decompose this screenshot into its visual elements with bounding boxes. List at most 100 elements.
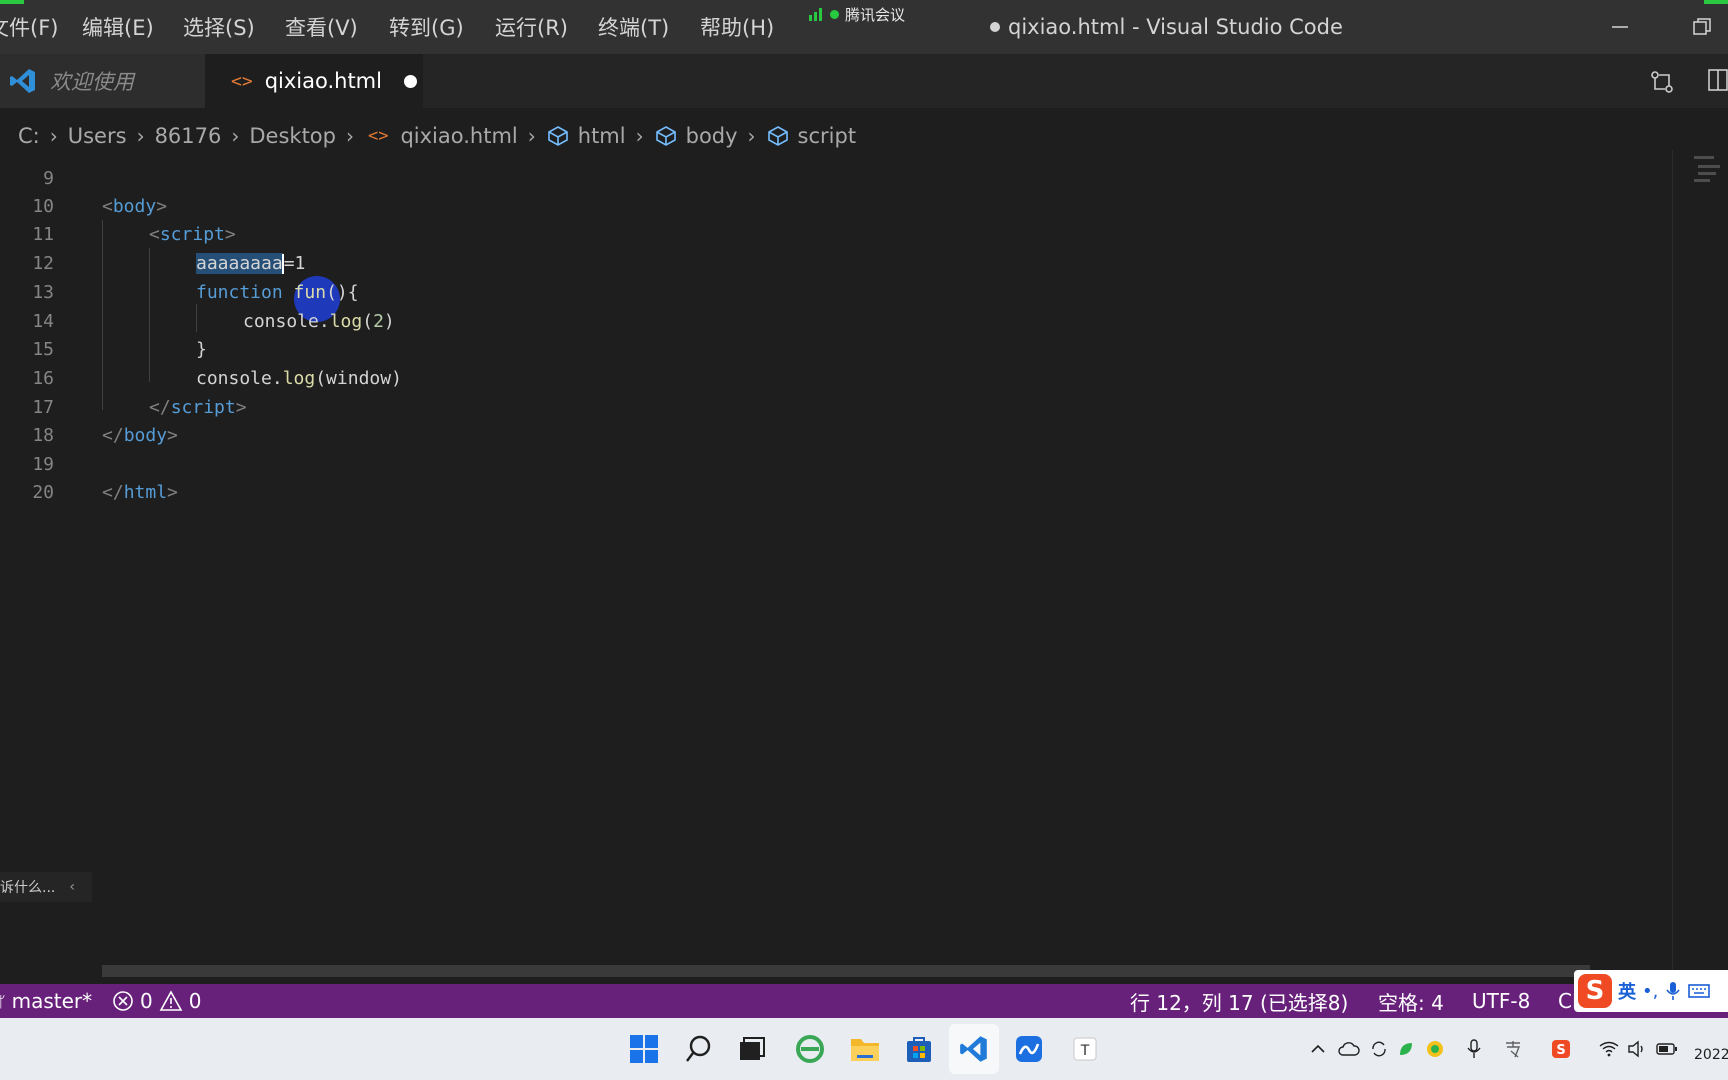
html-file-icon: <>	[367, 126, 389, 146]
ime-lang-icon	[1506, 1041, 1521, 1058]
menu-file[interactable]: 文件(F)	[0, 12, 58, 42]
indentation[interactable]: 空格: 4	[1378, 984, 1444, 1018]
taskbar-store[interactable]	[894, 1024, 944, 1074]
menu-selection[interactable]: 选择(S)	[183, 12, 255, 42]
taskbar-meeting[interactable]	[1004, 1024, 1054, 1074]
minimap[interactable]	[1690, 150, 1728, 220]
horizontal-scrollbar[interactable]	[102, 965, 1590, 977]
battery-icon	[1656, 1043, 1677, 1055]
code-editor[interactable]: 9 10 11 12 13 14 15 16 17 18 19 20 <body…	[0, 164, 1690, 984]
problems-indicator[interactable]: 0 0	[112, 984, 201, 1018]
branch-indicator[interactable]: ᛘ master*	[0, 984, 92, 1018]
status-bar: ᛘ master* 0 0 行 12，列 17 (已选择8) 空格: 4 UTF…	[0, 984, 1728, 1018]
split-editor-button[interactable]	[1706, 66, 1728, 98]
branch-icon: ᛘ	[0, 991, 6, 1011]
symbol-cube-icon	[767, 126, 788, 146]
menu-view[interactable]: 查看(V)	[285, 12, 358, 42]
breadcrumb-users[interactable]: Users	[68, 124, 127, 148]
line-number: 17	[32, 397, 54, 418]
tab-qixiao-html[interactable]: <> qixiao.html	[205, 54, 423, 108]
security-icon	[1427, 1041, 1443, 1057]
meeting-label: 腾讯会议	[845, 5, 906, 24]
breadcrumb-file[interactable]: qixiao.html	[400, 124, 517, 148]
source-control-compare-button[interactable]	[1646, 66, 1678, 98]
breadcrumb-drive[interactable]: C:	[18, 124, 40, 148]
tray-volume[interactable]	[1624, 1034, 1650, 1064]
window-title: qixiao.html - Visual Studio Code	[990, 12, 1343, 42]
browser-icon	[796, 1035, 824, 1063]
menu-go[interactable]: 转到(G)	[389, 12, 464, 42]
taskbar-text-app[interactable]: T	[1060, 1024, 1110, 1074]
code-line-17: </script>	[149, 397, 247, 418]
vertical-scrollbar[interactable]	[1672, 150, 1673, 970]
encoding[interactable]: UTF-8	[1472, 984, 1530, 1018]
tray-microphone[interactable]	[1462, 1034, 1486, 1064]
tray-sogou[interactable]: S	[1548, 1034, 1574, 1064]
tray-security[interactable]	[1422, 1034, 1448, 1064]
taskbar-vscode[interactable]	[949, 1024, 999, 1074]
breadcrumb-user[interactable]: 86176	[155, 124, 222, 148]
volume-icon	[1628, 1040, 1643, 1058]
side-popup-text: 诉什么...	[0, 880, 56, 896]
signal-icon	[809, 8, 822, 21]
taskbar-browser[interactable]	[785, 1024, 835, 1074]
ime-toolbar[interactable]: S 英 •,	[1574, 970, 1728, 1012]
chevron-left-icon[interactable]: ‹	[69, 879, 75, 895]
line-number: 12	[32, 253, 54, 274]
search-button[interactable]	[674, 1024, 724, 1074]
tray-battery[interactable]	[1654, 1034, 1680, 1064]
split-editor-icon	[1708, 69, 1728, 91]
code-line-15: }	[196, 339, 207, 360]
tab-welcome-label: 欢迎使用	[50, 70, 134, 94]
unsaved-indicator[interactable]	[403, 74, 417, 88]
side-popup[interactable]: 诉什么... ‹	[0, 872, 92, 902]
breadcrumb-script[interactable]: script	[798, 124, 857, 148]
code-line-13: function fun(){	[196, 282, 359, 303]
minimize-button[interactable]	[1600, 10, 1640, 44]
punctuation-icon[interactable]: •,	[1642, 981, 1658, 1002]
line-number: 10	[32, 196, 54, 217]
menu-help[interactable]: 帮助(H)	[700, 12, 774, 42]
microphone-icon[interactable]	[1664, 980, 1682, 1002]
tray-sync[interactable]	[1366, 1034, 1392, 1064]
tab-welcome[interactable]: 欢迎使用	[0, 54, 205, 108]
code-line-16: console.log(window)	[196, 368, 402, 389]
tray-wifi[interactable]	[1596, 1034, 1622, 1064]
symbol-cube-icon	[547, 126, 568, 146]
menu-run[interactable]: 运行(R)	[495, 12, 568, 42]
meeting-app-icon	[1016, 1036, 1042, 1062]
breadcrumb-html[interactable]: html	[578, 124, 626, 148]
menu-terminal[interactable]: 终端(T)	[598, 12, 669, 42]
line-number: 19	[32, 454, 54, 475]
cursor-position[interactable]: 行 12，列 17 (已选择8)	[1130, 984, 1348, 1018]
branch-name: master*	[11, 989, 93, 1013]
meeting-indicator[interactable]: 腾讯会议	[808, 2, 905, 26]
tab-file-label: qixiao.html	[264, 69, 382, 93]
unsaved-dot	[990, 22, 1000, 32]
show-hidden-icons-button[interactable]	[1306, 1034, 1330, 1064]
tray-cloud[interactable]	[1336, 1034, 1362, 1064]
line-number: 9	[43, 168, 54, 189]
restore-button[interactable]	[1682, 10, 1722, 44]
line-number: 15	[32, 339, 54, 360]
restore-icon	[1693, 18, 1711, 35]
ime-language[interactable]: 英	[1618, 978, 1636, 1004]
chevron-right-icon: ›	[527, 124, 536, 148]
code-line-14: console.log(2)	[243, 311, 395, 332]
leaf-icon	[1400, 1043, 1412, 1055]
clock[interactable]: 2022	[1694, 1040, 1728, 1070]
tray-ime-lang[interactable]	[1500, 1034, 1526, 1064]
breadcrumb-desktop[interactable]: Desktop	[249, 124, 336, 148]
menu-edit[interactable]: 编辑(E)	[82, 12, 154, 42]
taskbar-file-explorer[interactable]	[840, 1024, 890, 1074]
error-icon	[113, 991, 133, 1011]
text-app-icon: T	[1073, 1037, 1097, 1061]
vscode-icon	[960, 1036, 987, 1062]
line-number: 14	[32, 311, 54, 332]
task-view-button[interactable]	[727, 1024, 777, 1074]
keyboard-icon[interactable]	[1688, 982, 1711, 1000]
chevron-up-icon	[1311, 1044, 1325, 1053]
start-button[interactable]	[619, 1024, 669, 1074]
tray-app-green[interactable]	[1394, 1034, 1418, 1064]
breadcrumb-body[interactable]: body	[686, 124, 738, 148]
